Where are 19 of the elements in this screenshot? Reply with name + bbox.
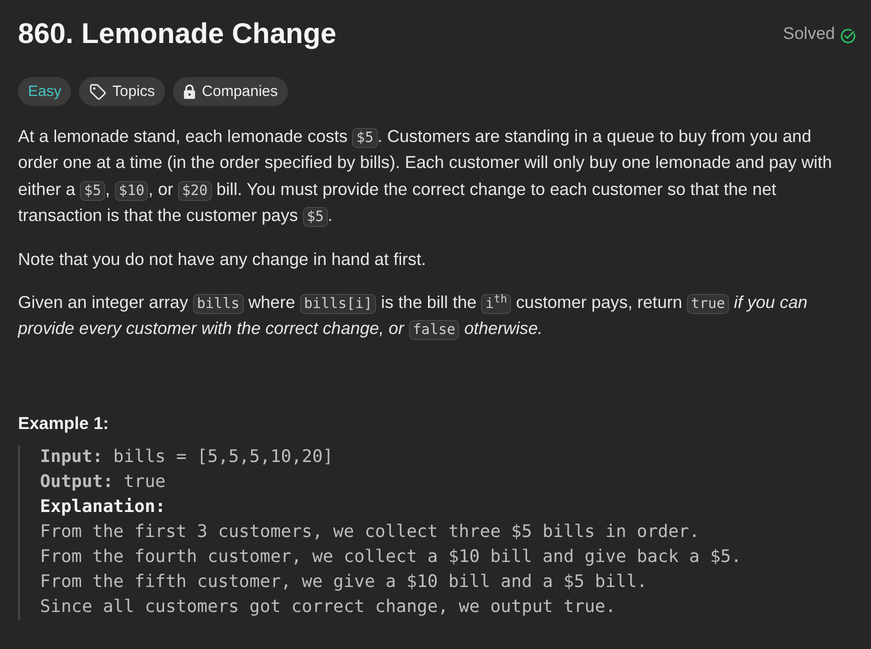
difficulty-tag: Easy	[18, 77, 72, 106]
example-heading: Example 1:	[18, 412, 110, 435]
example-line: Since all customers got correct change, we output true.	[40, 596, 617, 619]
example-line: From the fourth customer, we collect a $10 bill and give back a $5.	[40, 546, 742, 569]
description-paragraph: Given an integer array bills where bills[i] is the bill the i$^{th}$ customer pays, return true if you can provide every customer with the correct change, or false otherwise.	[18, 291, 808, 342]
topics-button[interactable]: Topics	[79, 77, 165, 106]
lock-icon	[182, 84, 196, 99]
example-line: Output: true	[40, 470, 167, 494]
example-line: Explanation:	[40, 496, 167, 519]
example-line: From the first 3 customers, we collect three $5 bills in order.	[40, 520, 701, 544]
example-line: Input: bills = [5,5,5,10,20]	[40, 446, 334, 469]
check-circle-icon	[840, 28, 856, 44]
companies-button[interactable]: Companies	[172, 77, 288, 106]
example-line: From the fifth customer, we give a $10 bill and a $5 bill.	[40, 570, 648, 594]
problem-title: 860. Lemonade Change	[18, 17, 336, 52]
solved-label: Solved	[783, 24, 835, 44]
description-paragraph: At a lemonade stand, each lemonade costs $5 . Customers are standing in a queue to buy from you and order one at a time (in the order specified by bills). Each customer will only buy one lemonade and pay with either a $5 , $10 , or $20 bill. You must provide the correct change to each customer so that the net transaction is that the customer pays $5 .	[18, 125, 833, 229]
description-paragraph: Note that you do not have any change in hand at first.	[18, 248, 428, 271]
tag-icon	[89, 83, 106, 100]
